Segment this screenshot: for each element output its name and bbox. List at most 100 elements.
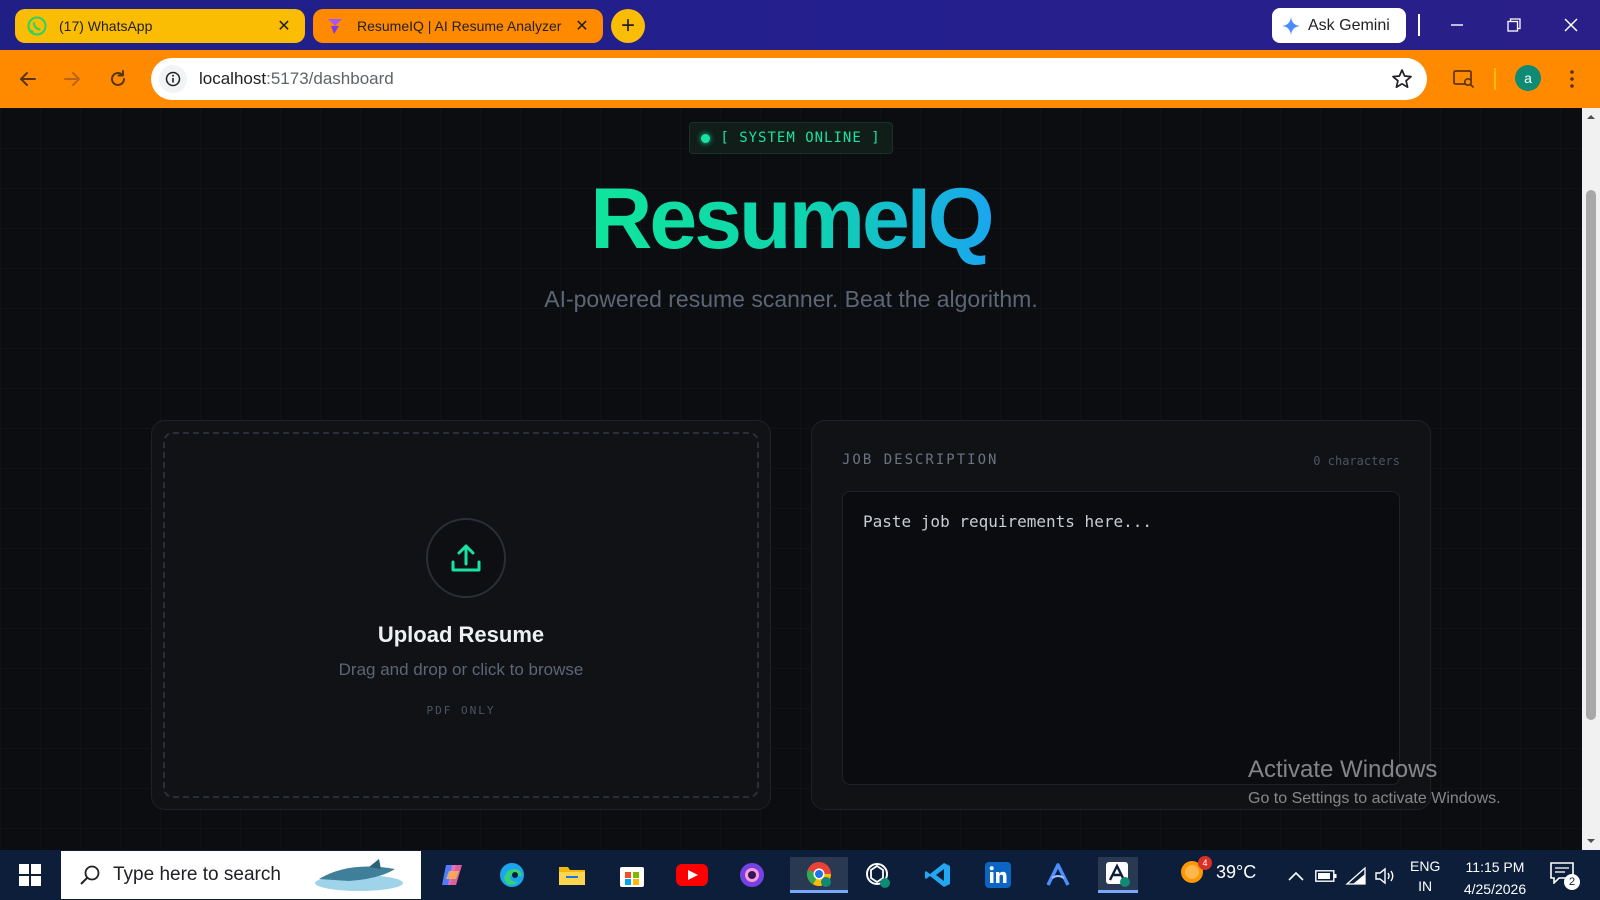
- back-button[interactable]: [13, 64, 43, 94]
- restore-button[interactable]: [1494, 10, 1534, 40]
- windows-logo-icon: [19, 864, 41, 886]
- restore-icon: [1507, 18, 1521, 32]
- tab-title: ResumeIQ | AI Resume Analyzer: [357, 18, 562, 34]
- upload-icon-circle: [426, 518, 506, 598]
- upload-subtitle: Drag and drop or click to browse: [338, 660, 584, 679]
- region-code: IN: [1418, 878, 1433, 894]
- arrow-left-icon: [20, 72, 36, 86]
- vscode-icon: [925, 863, 950, 887]
- arc-icon: [1046, 863, 1070, 886]
- url-text: localhost:5173/dashboard: [199, 69, 394, 89]
- youtube-icon: [676, 864, 708, 886]
- firefox-dev-icon: [740, 863, 764, 887]
- chrome-icon: [806, 861, 831, 887]
- windows-taskbar: Type here to search 4 39°C ENG IN 11:15 …: [0, 850, 1600, 900]
- volume-icon: [1375, 867, 1394, 885]
- site-info-button[interactable]: [159, 65, 187, 93]
- taskbar-copilot[interactable]: [432, 857, 472, 893]
- app-a-icon: [1106, 861, 1130, 887]
- brand-logo: ResumeIQ: [0, 170, 1582, 269]
- profile-avatar[interactable]: a: [1515, 65, 1541, 91]
- tab-search-button[interactable]: [1449, 64, 1479, 94]
- new-tab-button[interactable]: +: [611, 9, 645, 43]
- scroll-down-icon[interactable]: [1586, 836, 1596, 846]
- minimize-icon: [1451, 24, 1463, 26]
- upload-panel: Upload Resume Drag and drop or click to …: [151, 420, 771, 810]
- weather-widget[interactable]: 4 39°C: [1178, 856, 1256, 886]
- bookmark-button[interactable]: [1391, 68, 1413, 95]
- arrow-right-icon: [64, 72, 80, 86]
- edge-icon: [500, 863, 524, 887]
- reload-icon: [111, 70, 125, 86]
- ask-gemini-button[interactable]: Ask Gemini: [1272, 8, 1406, 43]
- taskbar-firefox-dev[interactable]: [732, 857, 772, 893]
- battery-indicator[interactable]: [1315, 865, 1337, 887]
- watermark-subtitle: Go to Settings to activate Windows.: [1248, 790, 1501, 807]
- scroll-up-icon[interactable]: [1586, 112, 1596, 122]
- input-language-indicator[interactable]: ENG IN: [1410, 856, 1440, 896]
- close-tab-icon[interactable]: ✕: [275, 17, 293, 35]
- battery-icon: [1315, 870, 1337, 882]
- tab-resumeiq[interactable]: ResumeIQ | AI Resume Analyzer ✕: [313, 9, 603, 43]
- linkedin-icon: [985, 862, 1011, 888]
- browser-menu-button[interactable]: [1560, 65, 1584, 93]
- system-status-badge: [ SYSTEM ONLINE ]: [689, 122, 893, 154]
- taskbar-edge[interactable]: [492, 857, 532, 893]
- taskbar-app-a[interactable]: [1098, 857, 1138, 893]
- search-placeholder: Type here to search: [113, 864, 281, 885]
- divider: [1494, 68, 1496, 90]
- reload-button[interactable]: [103, 64, 133, 94]
- show-hidden-icons-button[interactable]: [1285, 865, 1307, 887]
- browser-toolbar: localhost:5173/dashboard a: [0, 50, 1600, 108]
- activate-windows-watermark: Activate Windows Go to Settings to activ…: [1248, 756, 1501, 808]
- url-host: localhost: [199, 69, 267, 88]
- gemini-sparkle-icon: [1282, 16, 1300, 35]
- chatgpt-icon: [866, 863, 890, 888]
- taskbar-arc[interactable]: [1038, 857, 1078, 893]
- address-bar[interactable]: localhost:5173/dashboard: [151, 58, 1427, 100]
- job-description-panel: JOB DESCRIPTION 0 characters: [811, 420, 1431, 810]
- scroll-thumb[interactable]: [1586, 190, 1596, 720]
- resumeiq-favicon-icon: [328, 19, 342, 34]
- status-text: [ SYSTEM ONLINE ]: [720, 130, 881, 146]
- volume-indicator[interactable]: [1375, 865, 1397, 887]
- taskbar-chatgpt[interactable]: [858, 857, 898, 893]
- clock-date: 4/25/2026: [1463, 881, 1527, 897]
- taskbar-linkedin[interactable]: [978, 857, 1018, 893]
- network-indicator[interactable]: [1345, 865, 1367, 887]
- microsoft-store-icon: [620, 867, 644, 887]
- character-count: 0 characters: [1313, 454, 1400, 468]
- job-description-input[interactable]: [842, 491, 1400, 785]
- search-highlight-art-icon: [315, 859, 403, 891]
- taskbar-clock[interactable]: 11:15 PM 4/25/2026: [1455, 856, 1535, 900]
- url-path: :5173/dashboard: [266, 69, 394, 88]
- taskbar-chrome[interactable]: [790, 857, 848, 893]
- chevron-up-icon: [1288, 871, 1304, 881]
- forward-button[interactable]: [57, 64, 87, 94]
- page-scrollbar[interactable]: [1582, 108, 1600, 850]
- tab-whatsapp[interactable]: (17) WhatsApp ✕: [15, 9, 305, 43]
- taskbar-search[interactable]: Type here to search: [61, 851, 421, 899]
- status-dot-icon: [701, 133, 711, 143]
- close-tab-icon[interactable]: ✕: [573, 17, 591, 35]
- clock-time: 11:15 PM: [1465, 859, 1525, 875]
- search-icon: [80, 865, 100, 885]
- wifi-icon: [1345, 867, 1366, 885]
- minimize-button[interactable]: [1437, 10, 1477, 40]
- taskbar-youtube[interactable]: [672, 857, 712, 893]
- taskbar-vscode[interactable]: [918, 857, 958, 893]
- file-type-note: PDF ONLY: [426, 704, 496, 717]
- brand-text: ResumeIQ: [590, 171, 994, 267]
- close-icon: [1564, 18, 1578, 32]
- page-viewport: [ SYSTEM ONLINE ] ResumeIQ AI-powered re…: [0, 108, 1582, 850]
- resume-dropzone[interactable]: Upload Resume Drag and drop or click to …: [163, 432, 759, 798]
- info-icon: [165, 71, 181, 87]
- taskbar-store[interactable]: [612, 857, 652, 893]
- taskbar-file-explorer[interactable]: [552, 857, 592, 893]
- notification-center-button[interactable]: 2: [1550, 862, 1580, 890]
- upload-icon: [451, 544, 481, 572]
- more-vertical-icon: [1570, 70, 1574, 88]
- start-button[interactable]: [10, 860, 50, 890]
- close-window-button[interactable]: [1551, 10, 1591, 40]
- tab-title: (17) WhatsApp: [59, 18, 153, 34]
